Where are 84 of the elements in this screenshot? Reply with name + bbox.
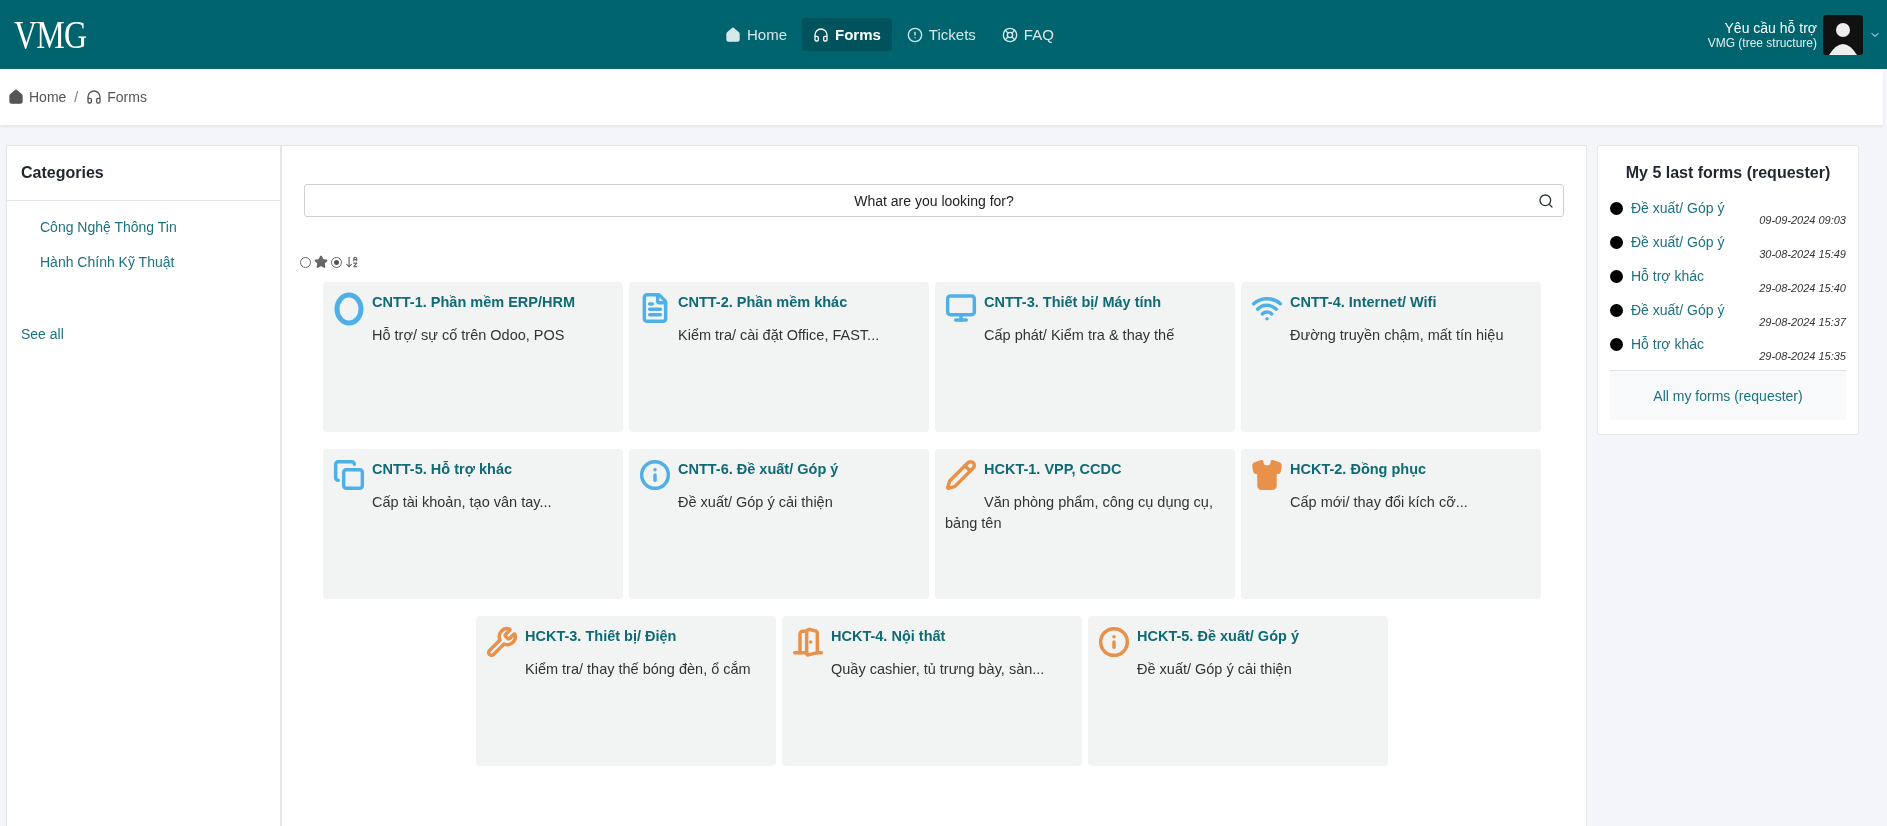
form-title: CNTT-2. Phần mềm khác bbox=[677, 294, 849, 310]
form-card[interactable]: HCKT-4. Nội thất Quầy cashier, tủ trưng bày, sàn... bbox=[782, 616, 1082, 766]
form-description: Cấp phát/ Kiểm tra & thay thế bbox=[983, 326, 1176, 345]
form-card[interactable]: CNTT-6. Đề xuất/ Góp ý Đề xuất/ Góp ý cải thiện bbox=[629, 449, 929, 599]
category-link[interactable]: Công Nghệ Thông Tin bbox=[40, 219, 280, 235]
form-description: Hỗ trợ/ sự cố trên Odoo, POS bbox=[371, 326, 566, 345]
form-card[interactable]: HCKT-5. Đề xuất/ Góp ý Đề xuất/ Góp ý cải thiện bbox=[1088, 616, 1388, 766]
form-title: CNTT-1. Phần mềm ERP/HRM bbox=[371, 294, 577, 310]
form-date: 29-08-2024 15:35 bbox=[1759, 350, 1846, 362]
monitor-icon bbox=[945, 292, 977, 324]
form-description: Đường truyền chậm, mất tín hiệu bbox=[1289, 326, 1505, 345]
user-name: Yêu cầu hỗ trợ bbox=[1724, 19, 1817, 36]
all-forms-link[interactable]: All my forms (requester) bbox=[1610, 370, 1846, 420]
form-date: 29-08-2024 15:37 bbox=[1759, 316, 1846, 328]
form-description: Kiểm tra/ thay thế bóng đèn, ổ cắm bbox=[524, 660, 752, 679]
form-card[interactable]: HCKT-2. Đồng phục Cấp mới/ thay đổi kích cỡ... bbox=[1241, 449, 1541, 599]
copy-icon bbox=[333, 459, 365, 491]
door-icon bbox=[792, 626, 824, 658]
breadcrumb-link[interactable]: Forms bbox=[86, 89, 147, 105]
form-card[interactable]: CNTT-2. Phần mềm khác Kiểm tra/ cài đặt Office, FAST... bbox=[629, 282, 929, 432]
form-title: CNTT-3. Thiết bị/ Máy tính bbox=[983, 294, 1163, 310]
lifebuoy-icon bbox=[1001, 26, 1018, 43]
form-date: 29-08-2024 15:40 bbox=[1759, 282, 1846, 294]
form-title: HCKT-5. Đề xuất/ Góp ý bbox=[1136, 628, 1300, 644]
status-dot bbox=[1610, 303, 1623, 317]
info-icon bbox=[639, 459, 671, 491]
nav-tab[interactable]: FAQ bbox=[990, 18, 1065, 51]
form-link[interactable]: Hỗ trợ khác bbox=[1631, 268, 1704, 284]
star-icon bbox=[314, 255, 328, 269]
form-link[interactable]: Hỗ trợ khác bbox=[1631, 336, 1704, 352]
sort-icon bbox=[345, 255, 359, 269]
status-dot bbox=[1610, 235, 1623, 249]
form-description: Đề xuất/ Góp ý cải thiện bbox=[677, 493, 834, 512]
form-link[interactable]: Đề xuất/ Góp ý bbox=[1631, 234, 1725, 250]
form-title: HCKT-1. VPP, CCDC bbox=[983, 461, 1123, 477]
nav-tab[interactable]: Home bbox=[714, 18, 798, 51]
form-card[interactable]: HCKT-3. Thiết bị/ Điện Kiểm tra/ thay thế bóng đèn, ổ cắm bbox=[476, 616, 776, 766]
form-description: Cấp tài khoản, tạo vân tay... bbox=[371, 493, 553, 512]
form-description: Quầy cashier, tủ trưng bày, sàn... bbox=[830, 660, 1046, 679]
status-dot bbox=[1610, 269, 1623, 283]
form-card[interactable]: HCKT-1. VPP, CCDC Văn phòng phẩm, công cụ dụng cụ, bảng tên bbox=[935, 449, 1235, 599]
panel-title: Categories bbox=[7, 146, 280, 201]
form-title: CNTT-4. Internet/ Wifi bbox=[1289, 294, 1438, 310]
form-description: Đề xuất/ Góp ý cải thiện bbox=[1136, 660, 1293, 679]
headset-icon bbox=[813, 26, 829, 43]
form-card[interactable]: CNTT-1. Phần mềm ERP/HRM Hỗ trợ/ sự cố trên Odoo, POS bbox=[323, 282, 623, 432]
form-description: Kiểm tra/ cài đặt Office, FAST... bbox=[677, 326, 881, 345]
form-title: HCKT-4. Nội thất bbox=[830, 628, 947, 644]
logo[interactable]: VMG bbox=[14, 11, 102, 58]
form-card[interactable]: CNTT-5. Hỗ trợ khác Cấp tài khoản, tạo vân tay... bbox=[323, 449, 623, 599]
form-title: CNTT-5. Hỗ trợ khác bbox=[371, 461, 514, 477]
form-date: 30-08-2024 15:49 bbox=[1759, 248, 1846, 260]
category-link[interactable]: Hành Chính Kỹ Thuật bbox=[40, 254, 280, 270]
nav-tab[interactable]: Forms bbox=[802, 18, 892, 51]
form-link[interactable]: Đề xuất/ Góp ý bbox=[1631, 200, 1725, 216]
pencil-icon bbox=[945, 459, 977, 491]
panel-title: My 5 last forms (requester) bbox=[1624, 164, 1832, 182]
form-description: Văn phòng phẩm, công cụ dụng cụ, bảng tên bbox=[945, 493, 1214, 533]
breadcrumb-link[interactable]: Home bbox=[8, 89, 67, 105]
wrench-icon bbox=[486, 626, 518, 658]
form-title: HCKT-3. Thiết bị/ Điện bbox=[524, 628, 678, 644]
search-field[interactable]: What are you looking for? bbox=[304, 184, 1564, 217]
alert-icon bbox=[906, 26, 923, 43]
status-dot bbox=[1610, 201, 1623, 215]
shirt-icon bbox=[1251, 459, 1283, 491]
nav-tab[interactable]: Tickets bbox=[895, 18, 987, 51]
headset-icon bbox=[86, 89, 103, 105]
entity-name: VMG (tree structure) bbox=[1707, 35, 1817, 50]
form-title: CNTT-6. Đề xuất/ Góp ý bbox=[677, 461, 840, 477]
form-card[interactable]: CNTT-4. Internet/ Wifi Đường truyền chậm, mất tín hiệu bbox=[1241, 282, 1541, 432]
status-dot bbox=[1610, 337, 1623, 351]
home-icon bbox=[8, 89, 24, 105]
form-title: HCKT-2. Đồng phục bbox=[1289, 461, 1428, 477]
search-icon[interactable] bbox=[1538, 192, 1554, 209]
see-all-link[interactable]: See all bbox=[21, 326, 280, 342]
info-icon bbox=[1098, 626, 1130, 658]
avatar[interactable] bbox=[1823, 14, 1863, 55]
form-description: Cấp mới/ thay đổi kích cỡ... bbox=[1289, 493, 1469, 512]
form-card[interactable]: CNTT-3. Thiết bị/ Máy tính Cấp phát/ Kiểm tra & thay thế bbox=[935, 282, 1235, 432]
form-date: 09-09-2024 09:03 bbox=[1759, 214, 1846, 226]
home-icon bbox=[725, 26, 741, 43]
ring-icon bbox=[334, 292, 364, 326]
breadcrumb-separator: / bbox=[74, 89, 79, 105]
form-link[interactable]: Đề xuất/ Góp ý bbox=[1631, 302, 1725, 318]
